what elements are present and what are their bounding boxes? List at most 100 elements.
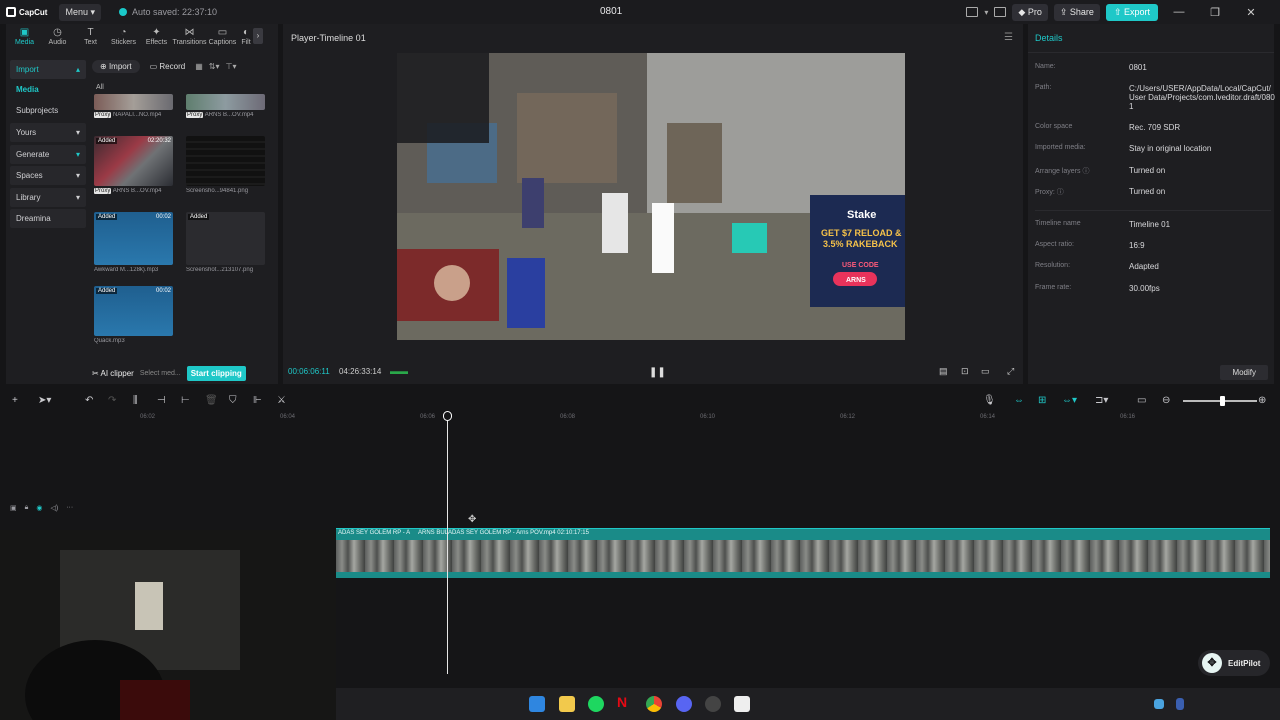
share-button[interactable]: ⇪ Share	[1053, 3, 1100, 21]
fit-icon[interactable]: ⊡	[961, 366, 969, 377]
media-item[interactable]: Screensho...94841.png	[186, 136, 265, 194]
start-clipping-button[interactable]: Start clipping	[186, 365, 246, 381]
netflix-icon[interactable]: N	[617, 694, 633, 710]
ruler-tick: 06:10	[700, 414, 716, 420]
sidebar-item-media[interactable]: Media	[10, 81, 86, 99]
sidebar-item-generate[interactable]: Generate ▾	[10, 144, 86, 164]
tab-effects[interactable]: ✦ Effects	[140, 24, 173, 50]
chevron-down-icon: ▾	[75, 192, 80, 202]
fullscreen-icon[interactable]: ⤢	[1007, 366, 1014, 377]
tab-media[interactable]: ▣ Media	[8, 24, 41, 50]
select-tool-icon[interactable]: ➤▾	[38, 395, 51, 406]
shortcut-icon[interactable]	[994, 7, 1007, 17]
tab-transitions[interactable]: ⋈ Transitions	[173, 24, 207, 50]
link-clips-icon[interactable]: ⇔	[1014, 395, 1024, 406]
tray-mic-icon[interactable]	[1176, 698, 1184, 710]
tabs-scroll-right-icon[interactable]: ›	[253, 28, 263, 44]
zoom-out-icon[interactable]: ⊖	[1162, 395, 1170, 406]
tool-tabs: ▣ Media ◷ Audio T Text ◔ Stickers ✦ Effects ⋈…	[6, 24, 278, 50]
minimize-icon[interactable]: —	[1164, 6, 1194, 18]
preview-axis-icon[interactable]: ⊐▾	[1095, 395, 1108, 406]
filter-icon[interactable]: ⊤▾	[225, 62, 236, 71]
more-icon[interactable]: ···	[66, 504, 73, 512]
media-item[interactable]: Proxy NAPALI...NO.mp4	[94, 94, 173, 118]
ruler-tick: 06:04	[280, 414, 296, 420]
editpilot-label: EditPilot	[1228, 658, 1261, 668]
video-clip[interactable]: ADAS SEY GOLEM RP - A ARNS BULADAS SEY G…	[336, 528, 1270, 578]
magic-icon[interactable]: ⚔	[277, 395, 286, 406]
sidebar-item-import[interactable]: Import ▴	[10, 60, 86, 79]
playhead-handle[interactable]	[443, 411, 452, 421]
playhead[interactable]	[447, 412, 448, 674]
player-menu-icon[interactable]: ☰	[1004, 32, 1013, 43]
snap-icon[interactable]: ⇔▾	[1062, 395, 1077, 406]
shield-icon[interactable]: ⛉	[229, 395, 237, 406]
tab-filters[interactable]: ◐ Filt	[239, 24, 253, 50]
microphone-icon[interactable]: 🎙	[983, 395, 996, 406]
details-panel: Details Name: 0801 Path: C:/Users/USER/App…	[1028, 24, 1275, 384]
menu-button[interactable]: Menu ▾	[59, 3, 101, 21]
tab-captions[interactable]: ▭ Captions	[206, 24, 239, 50]
sidebar-item-library[interactable]: Library ▾	[10, 187, 86, 207]
lock-icon[interactable]: 🔒︎	[25, 504, 29, 512]
media-item[interactable]: Added 02:20:32 Proxy ARNS B...OV.mp4	[94, 136, 173, 194]
media-thumbnail: Added 00:02	[94, 286, 173, 336]
windows-start-icon[interactable]	[529, 696, 545, 712]
tab-text[interactable]: T Text	[74, 24, 107, 50]
magnet-icon[interactable]: ⊞	[1038, 395, 1046, 406]
redo-icon[interactable]: ↷	[108, 395, 116, 406]
split-icon[interactable]: ⫼	[133, 395, 138, 406]
maximize-icon[interactable]: ❐	[1200, 6, 1230, 19]
sidebar-item-subprojects[interactable]: Subprojects	[10, 102, 86, 120]
media-item[interactable]: Added 00:02 Quack.mp3	[94, 286, 173, 344]
layout-icon[interactable]	[966, 7, 979, 17]
media-item[interactable]: Added Screenshot...213107.png	[186, 212, 265, 273]
ruler-tick: 06:06	[420, 414, 436, 420]
video-preview[interactable]: Stake GET $7 RELOAD & 3.5% RAKEBACK USE …	[397, 53, 905, 340]
track-cover-icon[interactable]: ▣	[10, 504, 17, 512]
ai-clipper-label[interactable]: ✂ AI clipper	[92, 369, 134, 378]
sidebar-item-dreamina[interactable]: Dreamina	[10, 208, 86, 228]
modify-button[interactable]: Modify	[1220, 365, 1268, 380]
tray-icon[interactable]	[1154, 699, 1164, 709]
caption-track-icon[interactable]: ▭	[1137, 395, 1146, 406]
add-track-icon[interactable]: +	[12, 395, 18, 406]
capcut-taskbar-icon[interactable]	[734, 696, 750, 712]
discord-icon[interactable]	[676, 696, 692, 712]
chrome-icon[interactable]	[646, 696, 662, 712]
pro-button[interactable]: ◆ Pro	[1012, 3, 1048, 21]
speaker-icon[interactable]: ◁)	[50, 504, 58, 512]
grid-view-icon[interactable]: ▦	[195, 62, 203, 71]
media-item[interactable]: Added 00:02 Awkward M...128k).mp3	[94, 212, 173, 273]
trim-right-icon[interactable]: ⊢	[181, 395, 190, 406]
eye-icon[interactable]: ◉	[36, 504, 42, 512]
record-button[interactable]: ▭ Record	[146, 60, 190, 73]
quality-icon[interactable]: ▤	[939, 366, 948, 377]
all-filter-label[interactable]: All	[96, 84, 104, 91]
file-explorer-icon[interactable]	[559, 696, 575, 712]
freeze-icon[interactable]: ⊩	[253, 395, 262, 406]
import-button[interactable]: ⊕ Import	[92, 60, 140, 73]
editpilot-button[interactable]: ✥ EditPilot	[1198, 650, 1271, 676]
zoom-slider-handle[interactable]	[1220, 396, 1225, 406]
obs-icon[interactable]	[705, 696, 721, 712]
proxy-badge: Proxy	[94, 188, 112, 194]
trim-left-icon[interactable]: ⊣	[157, 395, 166, 406]
pause-icon[interactable]: ❚❚	[649, 367, 666, 378]
ratio-icon[interactable]: ▭	[981, 366, 990, 377]
sidebar-item-spaces[interactable]: Spaces ▾	[10, 166, 86, 186]
tab-audio[interactable]: ◷ Audio	[41, 24, 74, 50]
spotify-icon[interactable]	[588, 696, 604, 712]
close-icon[interactable]: ✕	[1236, 6, 1266, 19]
layout-chevron-icon[interactable]: ▾	[984, 8, 988, 17]
sidebar-item-yours[interactable]: Yours ▾	[10, 123, 86, 143]
current-time: 00:06:06:11	[288, 367, 330, 376]
media-item[interactable]: Proxy ARNS B...OV.mp4	[186, 94, 265, 118]
undo-icon[interactable]: ↶	[85, 395, 93, 406]
delete-icon[interactable]: 🗑	[205, 395, 218, 406]
zoom-in-icon[interactable]: ⊕	[1258, 395, 1266, 406]
sort-icon[interactable]: ⇅▾	[209, 62, 220, 71]
tab-stickers[interactable]: ◔ Stickers	[107, 24, 140, 50]
export-button[interactable]: ⇧ Export	[1105, 3, 1158, 21]
timeline-ruler[interactable]: 06:02 06:04 06:06 06:08 06:10 06:12 06:1…	[88, 412, 1280, 426]
